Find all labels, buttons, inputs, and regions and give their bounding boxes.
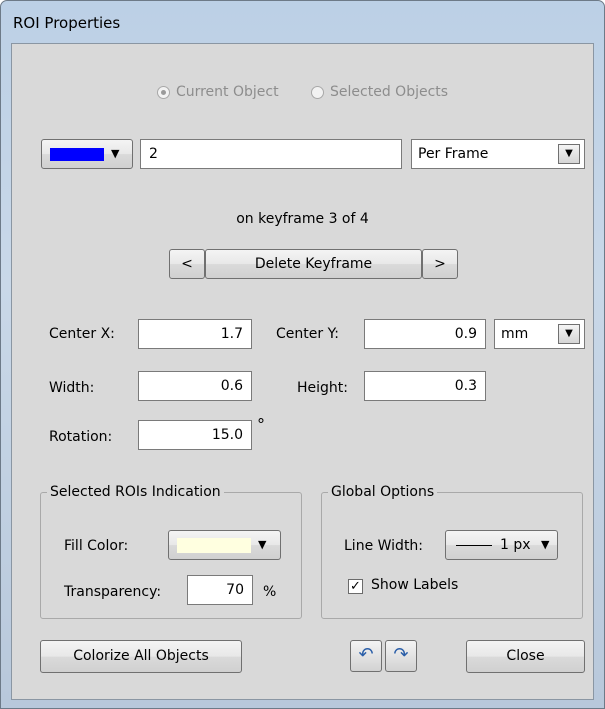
chevron-down-icon: ▼ (111, 147, 120, 160)
fill-color-label: Fill Color: (64, 538, 129, 554)
line-width-value: 1 px (500, 537, 531, 553)
scope-radio-group: Current Object Selected Objects (12, 84, 593, 103)
object-name-input[interactable]: 2 (140, 139, 402, 169)
rotation-label: Rotation: (49, 429, 113, 445)
global-options-title: Global Options (328, 484, 438, 500)
undo-button[interactable]: ↶ (350, 640, 382, 672)
frame-mode-select[interactable]: Per Frame ▼ (411, 139, 585, 169)
percent-unit: % (263, 584, 277, 600)
keyframe-status: on keyframe 3 of 4 (236, 211, 369, 227)
center-y-label: Center Y: (276, 326, 339, 342)
unit-select[interactable]: mm ▼ (494, 319, 585, 349)
show-labels-checkbox[interactable]: ✓ (348, 579, 363, 594)
close-button[interactable]: Close (466, 640, 585, 673)
chevron-down-icon[interactable]: ▼ (558, 324, 580, 344)
undo-icon: ↶ (358, 644, 374, 665)
selected-objects-label: Selected Objects (330, 84, 449, 100)
height-label: Height: (297, 380, 348, 396)
chevron-down-icon: ▼ (541, 538, 550, 551)
width-input[interactable]: 0.6 (138, 371, 252, 401)
degree-symbol: ° (257, 415, 265, 434)
line-sample-icon (456, 545, 492, 546)
height-input[interactable]: 0.3 (364, 371, 486, 401)
chevron-down-icon: ▼ (258, 538, 267, 551)
current-object-radio[interactable]: Current Object (156, 84, 279, 100)
next-keyframe-button[interactable]: > (422, 249, 458, 279)
rotation-input[interactable]: 15.0 (138, 420, 252, 450)
fill-color-dropdown[interactable]: ▼ (168, 530, 281, 560)
unit-value: mm (501, 326, 529, 342)
redo-icon: ↷ (393, 644, 409, 665)
delete-keyframe-button[interactable]: Delete Keyframe (205, 249, 422, 279)
color-swatch (50, 148, 104, 161)
width-label: Width: (49, 380, 95, 396)
center-x-input[interactable]: 1.7 (138, 319, 252, 349)
center-x-label: Center X: (49, 326, 115, 342)
fill-color-swatch (177, 538, 251, 553)
center-y-input[interactable]: 0.9 (364, 319, 486, 349)
transparency-label: Transparency: (64, 584, 162, 600)
object-color-dropdown[interactable]: ▼ (41, 139, 133, 169)
roi-properties-window: ROI Properties Current Object Selected O… (0, 0, 605, 709)
radio-dot-icon (311, 85, 325, 99)
line-width-dropdown[interactable]: 1 px ▼ (445, 530, 558, 560)
transparency-input[interactable]: 70 (187, 575, 253, 605)
chevron-down-icon[interactable]: ▼ (558, 144, 580, 164)
show-labels-label: Show Labels (371, 577, 459, 593)
current-object-label: Current Object (175, 84, 279, 100)
selected-objects-radio[interactable]: Selected Objects (311, 84, 448, 100)
radio-dot-icon (156, 85, 170, 99)
dialog-body: Current Object Selected Objects ▼ 2 Per … (11, 43, 594, 700)
title-bar[interactable]: ROI Properties (1, 1, 604, 41)
frame-mode-value: Per Frame (418, 146, 489, 162)
window-title: ROI Properties (13, 14, 121, 32)
line-width-label: Line Width: (344, 538, 424, 554)
selected-rois-indication-title: Selected ROIs Indication (47, 484, 224, 500)
previous-keyframe-button[interactable]: < (169, 249, 205, 279)
colorize-all-objects-button[interactable]: Colorize All Objects (40, 640, 242, 673)
redo-button[interactable]: ↷ (385, 640, 417, 672)
